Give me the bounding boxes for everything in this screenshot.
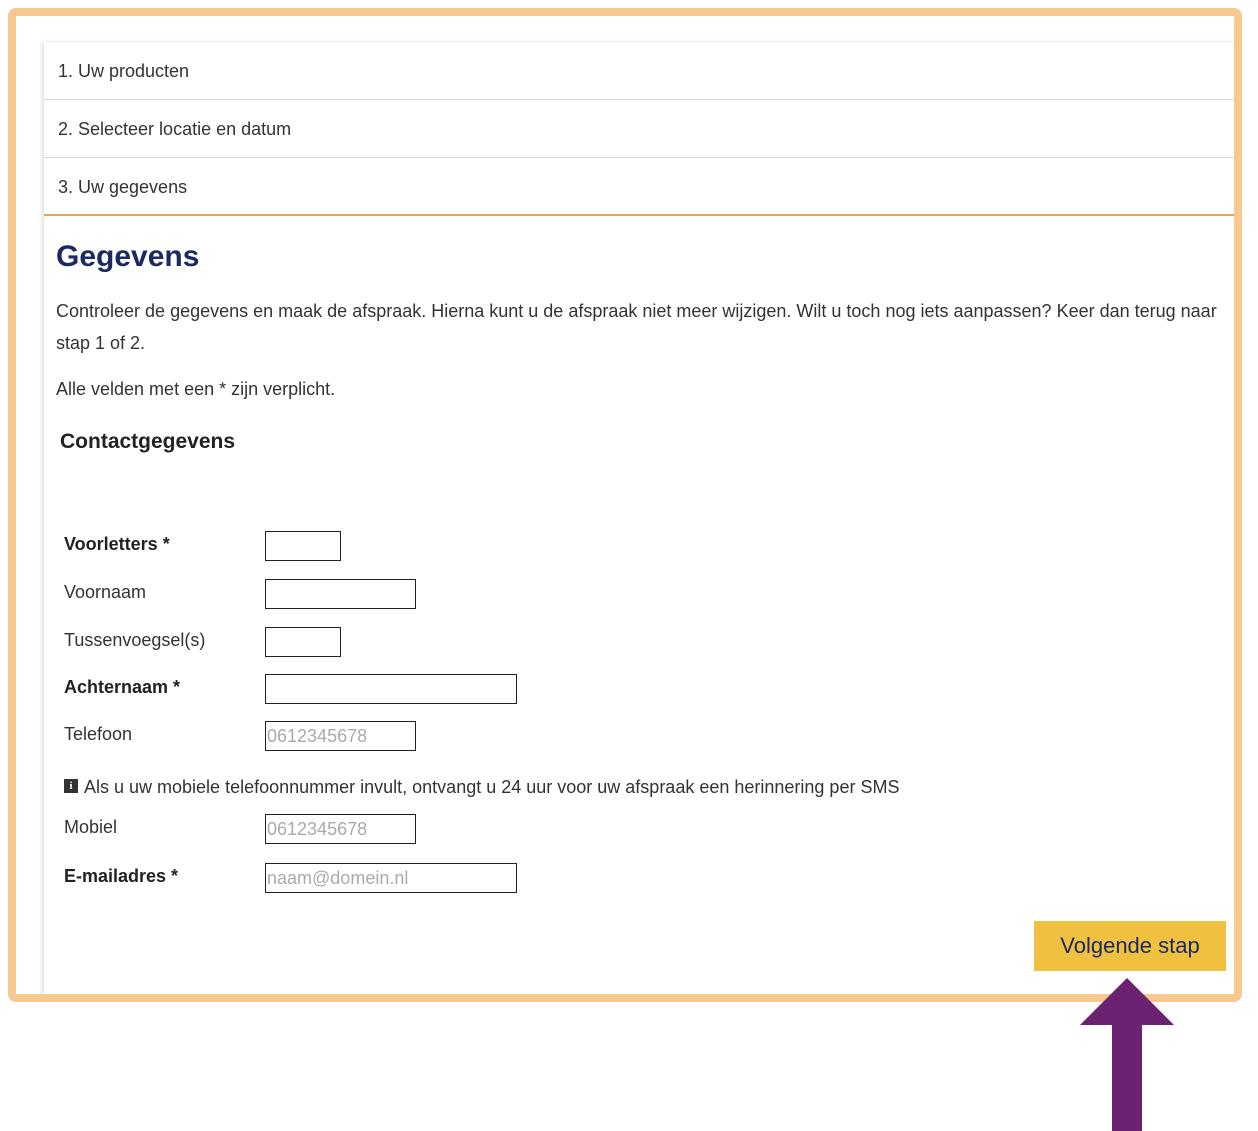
achternaam-input[interactable] — [265, 674, 517, 704]
intro-text: Controleer de gegevens en maak de afspra… — [56, 301, 1217, 353]
mobiel-input[interactable] — [265, 814, 416, 844]
step-label: 2. Selecteer locatie en datum — [58, 119, 292, 139]
sms-info-text: Als u uw mobiele telefoonnummer invult, … — [84, 777, 900, 797]
appointment-panel: 1. Uw producten 2. Selecteer locatie en … — [44, 42, 1242, 994]
annotation-frame: 1. Uw producten 2. Selecteer locatie en … — [8, 8, 1242, 1002]
details-form: Gegevens Controleer de gegevens en maak … — [56, 237, 1234, 893]
step-label: 3. Uw gegevens — [58, 177, 188, 197]
voorletters-input[interactable] — [265, 531, 341, 561]
page-title: Gegevens — [56, 240, 200, 273]
tussenvoegsel-input[interactable] — [265, 627, 341, 657]
checkmark-icon — [1240, 82, 1242, 98]
telefoon-input[interactable] — [265, 721, 416, 751]
step-uw-gegevens[interactable]: 3. Uw gegevens — [44, 158, 1234, 216]
checkmark-icon — [1240, 140, 1242, 156]
mobiel-label: Mobiel — [64, 817, 118, 837]
achternaam-label: Achternaam * — [64, 677, 181, 697]
step-locatie-datum[interactable]: 2. Selecteer locatie en datum — [44, 100, 1242, 158]
telefoon-label: Telefoon — [64, 724, 133, 744]
info-icon: i — [64, 779, 78, 793]
section-heading-contact: Contactgegevens — [60, 430, 236, 453]
voornaam-input[interactable] — [265, 579, 416, 609]
voornaam-label: Voornaam — [64, 582, 147, 602]
step-label: 1. Uw producten — [58, 61, 190, 81]
step-uw-producten[interactable]: 1. Uw producten — [44, 42, 1242, 100]
tussenvoegsel-label: Tussenvoegsel(s) — [64, 630, 206, 650]
voorletters-label: Voorletters * — [64, 534, 170, 554]
arrow-up-icon — [1080, 978, 1174, 1131]
required-note: Alle velden met een * zijn verplicht. — [56, 379, 336, 399]
next-step-button[interactable]: Volgende stap — [1034, 921, 1226, 971]
email-input[interactable] — [265, 863, 517, 893]
email-label: E-mailadres * — [64, 866, 179, 886]
sms-info: i Als u uw mobiele telefoonnummer invult,… — [64, 775, 899, 799]
